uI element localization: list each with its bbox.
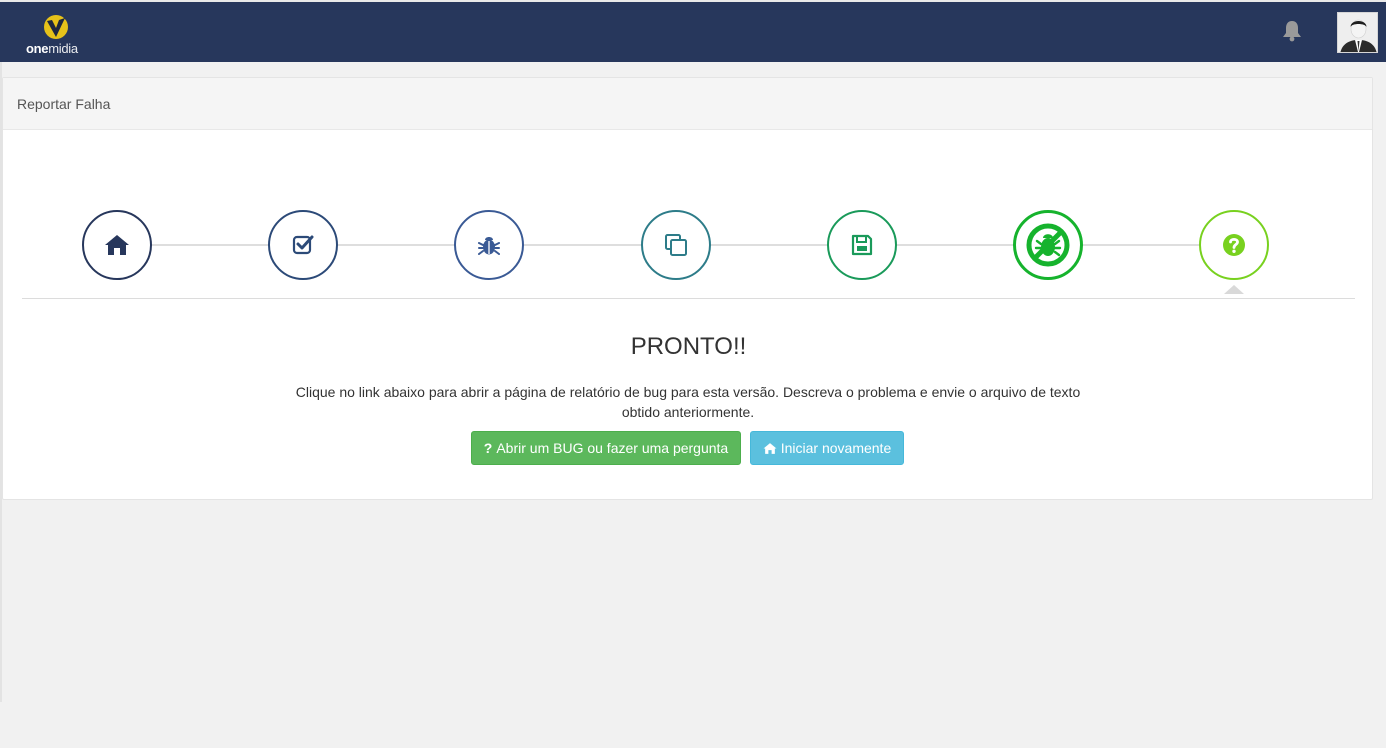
page-title: PRONTO!! (630, 333, 747, 360)
top-navbar: onemidia (0, 0, 1386, 62)
step-home[interactable] (82, 210, 152, 280)
bug-icon (478, 237, 500, 255)
open-bug-label: Abrir um BUG ou fazer uma pergunta (496, 440, 729, 456)
step-check[interactable] (268, 210, 338, 280)
restart-label: Iniciar novamente (780, 440, 892, 456)
open-bug-button[interactable]: ? Abrir um BUG ou fazer uma pergunta (471, 431, 741, 465)
steps-divider (22, 298, 1355, 299)
question-icon (1223, 234, 1245, 256)
bell-icon[interactable] (1280, 19, 1304, 43)
step-save[interactable] (827, 210, 897, 280)
onemidia-logo[interactable]: onemidia (26, 12, 90, 56)
copy-icon (665, 234, 687, 256)
logo-icon (44, 15, 68, 39)
step-no-bug[interactable] (1013, 210, 1083, 280)
home-icon (105, 235, 129, 255)
home-icon (763, 442, 777, 454)
restart-button[interactable]: Iniciar novamente (750, 431, 904, 465)
report-panel: Reportar Falha PRONTO!! Clique no link a… (2, 77, 1373, 500)
avatar[interactable] (1337, 12, 1378, 53)
no-bug-icon (1026, 223, 1070, 267)
step-bug[interactable] (454, 210, 524, 280)
step-question[interactable] (1199, 210, 1269, 280)
save-icon (851, 234, 873, 256)
active-step-caret (1224, 285, 1244, 294)
step-copy[interactable] (641, 210, 711, 280)
instructions-text: Clique no link abaixo para abrir a págin… (295, 384, 1081, 420)
question-mark-glyph: ? (483, 440, 493, 456)
wizard-steps (3, 78, 1374, 318)
checkbox-icon (292, 235, 314, 255)
logo-text: onemidia (26, 41, 78, 56)
